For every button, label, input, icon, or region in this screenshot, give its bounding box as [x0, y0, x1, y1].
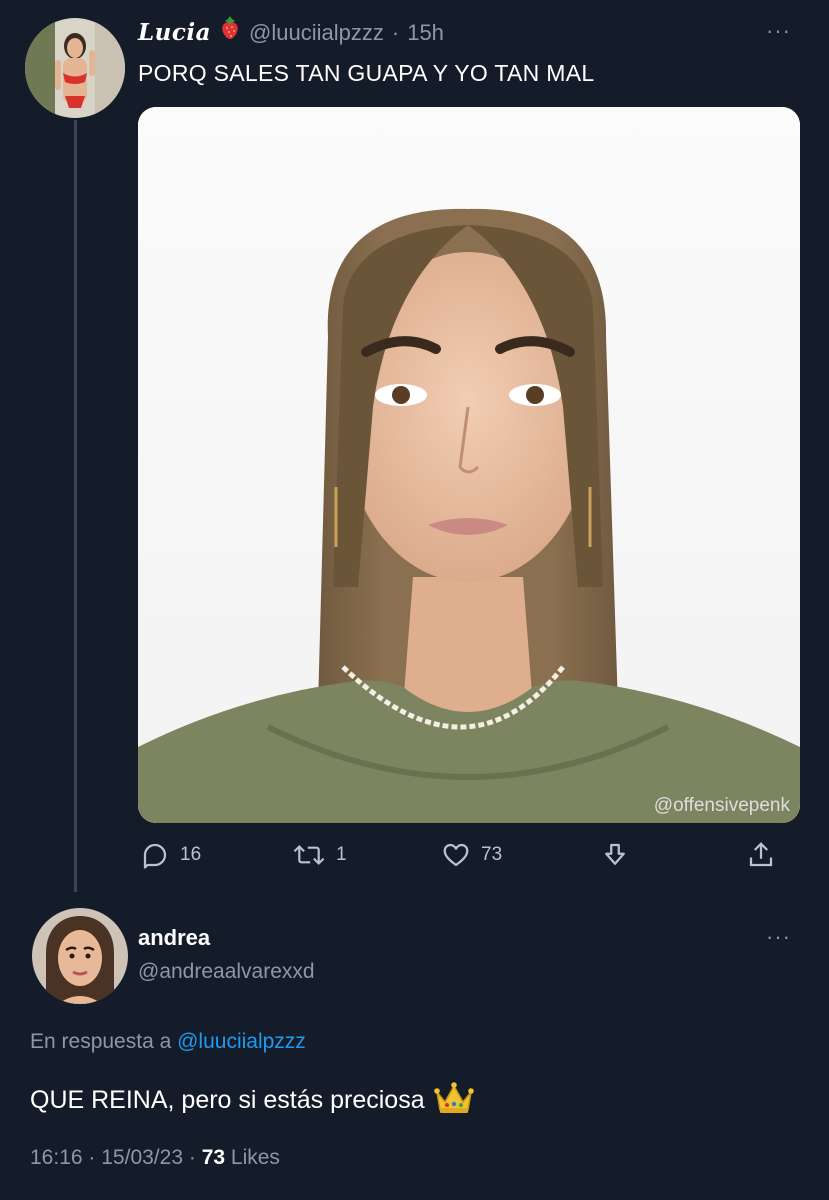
reply-date[interactable]: 15/03/23 [101, 1146, 183, 1169]
in-reply-mention-link[interactable]: @luuciialpzzz [177, 1030, 306, 1053]
reply-author-handle[interactable]: @andreaalvarexxd [138, 960, 315, 984]
reply-likes-label[interactable]: Likes [231, 1146, 280, 1169]
andrea-avatar[interactable] [32, 908, 128, 1004]
tweet-time[interactable]: 15h [407, 20, 444, 46]
reply-button[interactable]: 16 [140, 840, 201, 870]
meta-separator: · [188, 1146, 196, 1169]
crown-icon [433, 1080, 475, 1116]
lucia-avatar[interactable] [25, 18, 125, 118]
reply-text: QUE REINA, pero si estás preciosa [30, 1080, 475, 1116]
reply-likes-count[interactable]: 73 [202, 1146, 225, 1169]
retweet-count: 1 [336, 844, 347, 865]
reply-meta: 16:16 · 15/03/23 · 73 Likes [30, 1146, 280, 1170]
meta-separator: · [88, 1146, 96, 1169]
reply-icon [143, 843, 167, 869]
retweet-icon [293, 844, 325, 866]
more-options-icon[interactable]: ··· [766, 20, 791, 42]
like-button[interactable]: 73 [441, 840, 502, 870]
strawberry-icon [219, 16, 241, 40]
thread-line [74, 120, 77, 892]
reply-text-content: QUE REINA, pero si estás preciosa [30, 1086, 425, 1114]
tweet-photo[interactable]: @offensivepenk [138, 107, 800, 823]
tweet-text: PORQ SALES TAN GUAPA Y YO TAN MAL [138, 60, 595, 86]
author-name[interactable]: Lucia [138, 19, 211, 46]
reply-time[interactable]: 16:16 [30, 1146, 83, 1169]
meta-separator: · [391, 20, 400, 45]
author-handle[interactable]: @luuciialpzzz [249, 20, 384, 46]
like-count: 73 [481, 844, 503, 865]
share-icon [749, 842, 773, 867]
in-reply-prefix: En respuesta a [30, 1030, 172, 1053]
reply-count: 16 [180, 844, 202, 865]
share-button[interactable] [746, 840, 776, 870]
reply-more-options-icon[interactable]: ··· [766, 926, 791, 948]
in-reply-to: En respuesta a @luuciialpzzz [30, 1030, 306, 1054]
tweet-header: Lucia @luuciialpzzz · 15h [138, 16, 444, 46]
heart-icon [443, 843, 469, 867]
bookmark-icon [605, 843, 625, 865]
image-watermark: @offensivepenk [653, 795, 790, 816]
reply-author-name[interactable]: andrea [138, 925, 210, 951]
retweet-button[interactable]: 1 [292, 840, 347, 870]
bookmark-button[interactable] [600, 840, 630, 870]
